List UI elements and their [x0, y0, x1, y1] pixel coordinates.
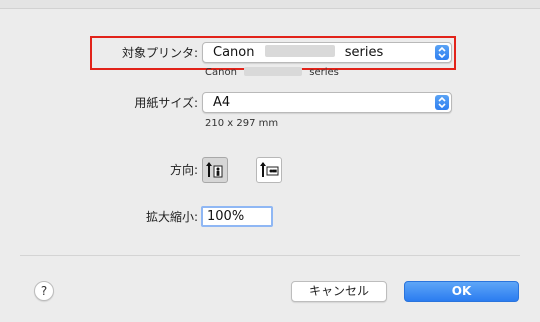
printer-detail: Canon series	[205, 66, 339, 78]
paper-size-stepper-icon	[435, 95, 449, 110]
printer-name-prefix: Canon	[213, 45, 255, 60]
scale-input[interactable]: 100%	[201, 206, 273, 227]
printer-select[interactable]: Canon series	[202, 42, 452, 63]
scale-label: 拡大縮小:	[145, 210, 198, 224]
landscape-orientation-icon	[260, 162, 279, 177]
paper-dimensions: 210 x 297 mm	[205, 118, 279, 129]
paper-size-select[interactable]: A4	[202, 92, 452, 113]
portrait-orientation-icon	[206, 162, 223, 178]
orientation-label: 方向:	[169, 163, 198, 177]
printer-label: 対象プリンタ:	[121, 46, 198, 60]
cancel-button[interactable]: キャンセル	[291, 281, 387, 302]
help-button[interactable]: ?	[34, 281, 54, 301]
printer-stepper-icon	[435, 45, 449, 60]
printer-name-suffix: series	[344, 45, 384, 60]
page-setup-dialog: 対象プリンタ: Canon series Canon series 用紙サイズ:…	[0, 0, 540, 322]
printer-select-value: Canon series	[213, 44, 383, 62]
printer-detail-suffix: series	[309, 67, 339, 78]
portrait-orientation-button[interactable]	[202, 157, 228, 183]
printer-detail-prefix: Canon	[205, 67, 237, 78]
printer-detail-redacted	[244, 67, 303, 76]
printer-model-redacted	[264, 45, 335, 57]
landscape-orientation-button[interactable]	[256, 157, 282, 183]
dialog-top-edge	[0, 0, 540, 9]
paper-size-label: 用紙サイズ:	[134, 96, 198, 110]
footer-divider	[20, 255, 520, 256]
ok-button[interactable]: OK	[404, 281, 519, 302]
paper-size-value: A4	[213, 95, 231, 110]
